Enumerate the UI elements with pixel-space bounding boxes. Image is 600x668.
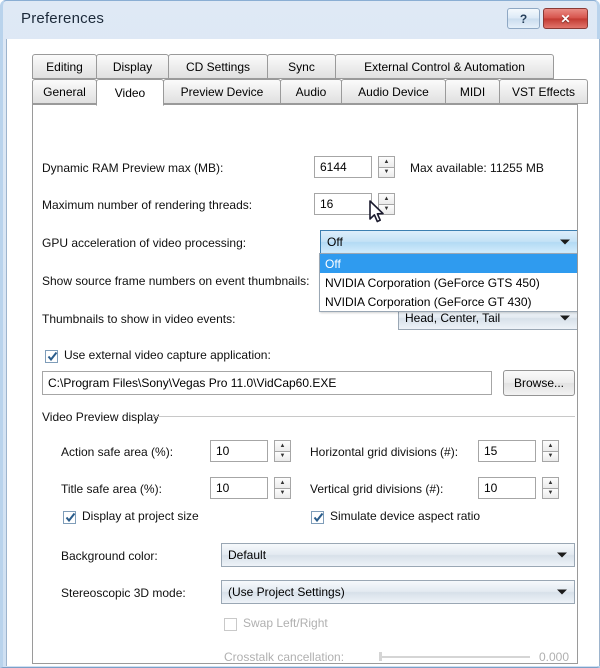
- stereoscopic-3d-value: (Use Project Settings): [228, 585, 345, 599]
- thumbnails-value: Head, Center, Tail: [405, 311, 501, 325]
- action-safe-input[interactable]: 10: [210, 440, 268, 462]
- tab-editing[interactable]: Editing: [32, 54, 97, 79]
- dynamic-ram-label: Dynamic RAM Preview max (MB):: [42, 161, 224, 175]
- show-source-frame-label: Show source frame numbers on event thumb…: [42, 274, 310, 288]
- window-buttons: ? ✕: [507, 8, 588, 29]
- dropdown-option-gt430[interactable]: NVIDIA Corporation (GeForce GT 430): [320, 292, 577, 311]
- window-title: Preferences: [21, 10, 105, 27]
- render-threads-stepper[interactable]: ▲ ▼: [378, 193, 395, 215]
- gpu-acceleration-value: Off: [327, 235, 343, 249]
- dynamic-ram-stepper[interactable]: ▲ ▼: [378, 156, 395, 178]
- display-at-project-size-label: Display at project size: [82, 509, 199, 523]
- stepper-up-icon[interactable]: ▲: [542, 477, 559, 488]
- crosstalk-value: 0.000: [539, 650, 570, 664]
- simulate-device-aspect-label: Simulate device aspect ratio: [330, 509, 481, 523]
- use-external-capture-checkbox[interactable]: [45, 350, 58, 363]
- tab-preview-device[interactable]: Preview Device: [163, 79, 281, 104]
- tab-audio-device[interactable]: Audio Device: [341, 79, 446, 104]
- stepper-up-icon[interactable]: ▲: [274, 440, 291, 451]
- tab-display[interactable]: Display: [96, 54, 169, 79]
- gpu-acceleration-label: GPU acceleration of video processing:: [42, 236, 247, 250]
- use-external-capture-label: Use external video capture application:: [64, 348, 271, 362]
- stepper-up-icon[interactable]: ▲: [378, 156, 395, 167]
- stereoscopic-3d-label: Stereoscopic 3D mode:: [61, 586, 186, 600]
- background-color-label: Background color:: [61, 549, 158, 563]
- stepper-up-icon[interactable]: ▲: [378, 193, 395, 204]
- stepper-up-icon[interactable]: ▲: [542, 440, 559, 451]
- tab-vst-effects[interactable]: VST Effects: [499, 79, 588, 104]
- title-safe-input[interactable]: 10: [210, 477, 268, 499]
- swap-left-right-checkbox: [224, 618, 237, 631]
- display-at-project-size-checkbox[interactable]: [63, 511, 76, 524]
- chevron-down-icon: [560, 239, 570, 245]
- horizontal-grid-input[interactable]: 15: [478, 440, 536, 462]
- horizontal-grid-label: Horizontal grid divisions (#):: [310, 445, 459, 459]
- background-color-value: Default: [228, 548, 267, 562]
- tab-video[interactable]: Video: [96, 79, 164, 106]
- dropdown-option-off[interactable]: Off: [320, 254, 577, 273]
- crosstalk-cancellation-label: Crosstalk cancellation:: [224, 650, 345, 664]
- max-available-label: Max available: 11255 MB: [410, 161, 544, 175]
- tab-general[interactable]: General: [32, 79, 97, 104]
- chevron-down-icon: [560, 315, 570, 321]
- title-safe-label: Title safe area (%):: [61, 482, 162, 496]
- crosstalk-slider-track: [382, 656, 530, 658]
- browse-button[interactable]: Browse...: [503, 370, 575, 396]
- tab-cd-settings[interactable]: CD Settings: [168, 54, 268, 79]
- dynamic-ram-input[interactable]: 6144: [314, 156, 372, 178]
- gpu-acceleration-dropdown-list[interactable]: Off NVIDIA Corporation (GeForce GTS 450)…: [319, 253, 577, 312]
- stepper-up-icon[interactable]: ▲: [274, 477, 291, 488]
- title-safe-stepper[interactable]: ▲ ▼: [274, 477, 291, 499]
- action-safe-stepper[interactable]: ▲ ▼: [274, 440, 291, 462]
- thumbnails-label: Thumbnails to show in video events:: [42, 312, 236, 326]
- chevron-down-icon: [557, 589, 567, 595]
- title-bar[interactable]: Preferences ? ✕: [3, 1, 597, 39]
- vertical-grid-input[interactable]: 10: [478, 477, 536, 499]
- tab-external-control-automation[interactable]: External Control & Automation: [335, 54, 554, 79]
- action-safe-label: Action safe area (%):: [61, 445, 174, 459]
- video-settings-panel: Dynamic RAM Preview max (MB): 6144 ▲ ▼ M…: [32, 104, 578, 664]
- dialog-client-area: Editing Display CD Settings Sync Externa…: [6, 39, 600, 666]
- vertical-grid-label: Vertical grid divisions (#):: [310, 482, 444, 496]
- external-capture-path-input[interactable]: C:\Program Files\Sony\Vegas Pro 11.0\Vid…: [42, 371, 492, 395]
- stepper-down-icon[interactable]: ▼: [378, 203, 395, 215]
- tab-audio[interactable]: Audio: [280, 79, 342, 104]
- stereoscopic-3d-combobox[interactable]: (Use Project Settings): [221, 580, 575, 604]
- stepper-down-icon[interactable]: ▼: [274, 450, 291, 462]
- preferences-window: Preferences ? ✕ Editing Display CD Setti…: [0, 0, 600, 668]
- dropdown-option-gts450[interactable]: NVIDIA Corporation (GeForce GTS 450): [320, 273, 577, 292]
- tab-sync[interactable]: Sync: [267, 54, 336, 79]
- background-color-combobox[interactable]: Default: [221, 543, 575, 567]
- render-threads-input[interactable]: 16: [314, 193, 372, 215]
- vertical-grid-stepper[interactable]: ▲ ▼: [542, 477, 559, 499]
- gpu-acceleration-combobox[interactable]: Off: [319, 229, 577, 255]
- close-icon[interactable]: ✕: [543, 8, 588, 29]
- tab-midi[interactable]: MIDI: [445, 79, 500, 104]
- stepper-down-icon[interactable]: ▼: [542, 487, 559, 499]
- horizontal-grid-stepper[interactable]: ▲ ▼: [542, 440, 559, 462]
- swap-left-right-label: Swap Left/Right: [243, 616, 328, 630]
- simulate-device-aspect-checkbox[interactable]: [311, 511, 324, 524]
- stepper-down-icon[interactable]: ▼: [274, 487, 291, 499]
- video-preview-display-group-title: Video Preview display: [42, 410, 160, 424]
- help-icon[interactable]: ?: [507, 8, 540, 29]
- group-divider: [152, 416, 575, 417]
- stepper-down-icon[interactable]: ▼: [542, 450, 559, 462]
- render-threads-label: Maximum number of rendering threads:: [42, 198, 253, 212]
- chevron-down-icon: [557, 552, 567, 558]
- stepper-down-icon[interactable]: ▼: [378, 166, 395, 178]
